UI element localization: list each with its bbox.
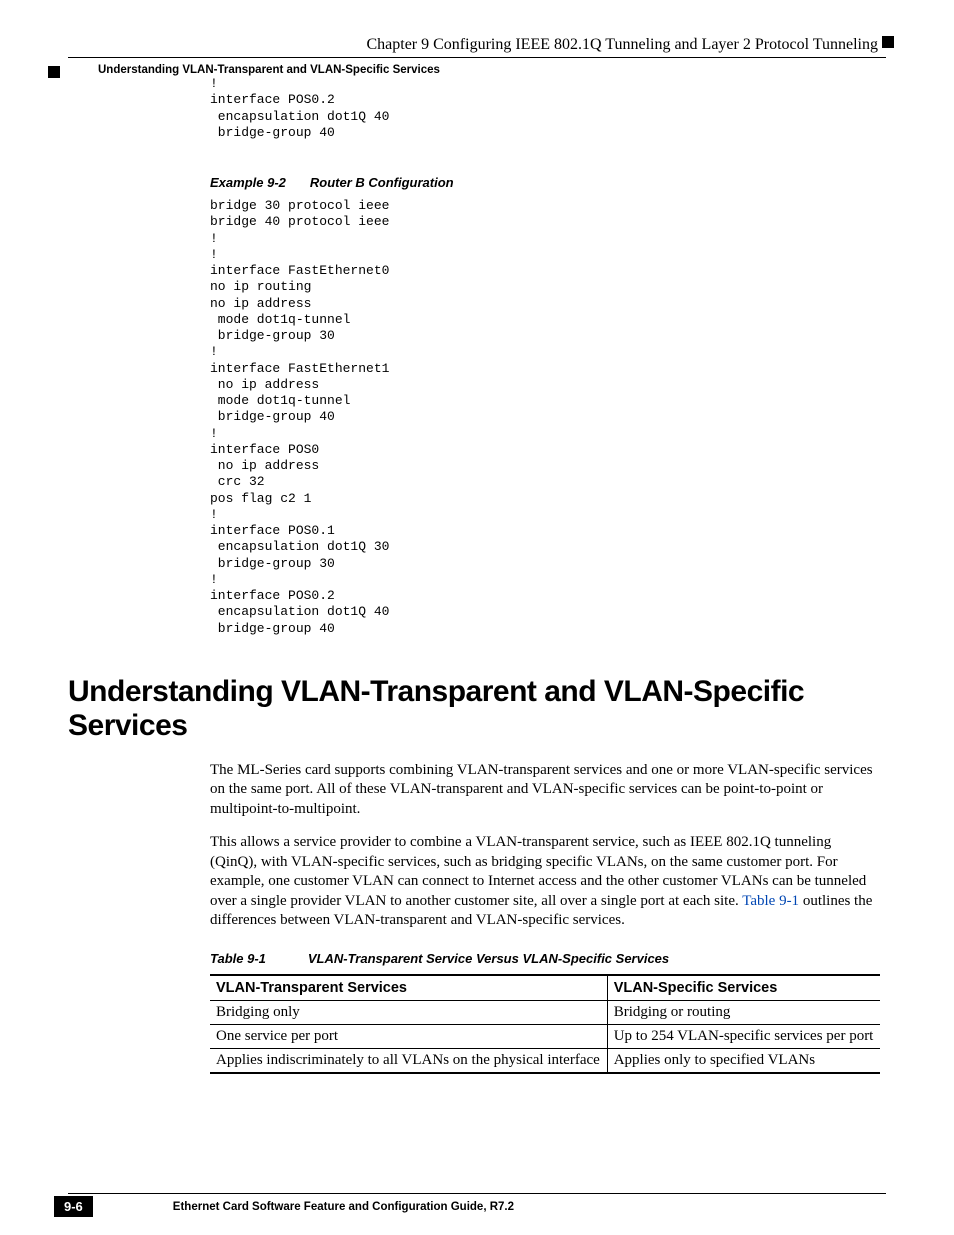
example-title-text: Router B Configuration	[310, 175, 454, 190]
table-cell: One service per port	[210, 1024, 607, 1048]
paragraph-1: The ML-Series card supports combining VL…	[210, 761, 876, 820]
table-header-row: VLAN-Transparent Services VLAN-Specific …	[210, 975, 880, 1001]
table-row: One service per port Up to 254 VLAN-spec…	[210, 1024, 880, 1048]
table-cell: Up to 254 VLAN-specific services per por…	[607, 1024, 880, 1048]
running-header-chapter: Chapter 9 Configuring IEEE 802.1Q Tunnel…	[68, 36, 886, 54]
table-header-cell: VLAN-Specific Services	[607, 975, 880, 1001]
running-header-section: Understanding VLAN-Transparent and VLAN-…	[68, 64, 886, 76]
code-block-intro: ! interface POS0.2 encapsulation dot1Q 4…	[210, 76, 876, 141]
table-row: Bridging only Bridging or routing	[210, 1000, 880, 1024]
example-caption: Example 9-2 Router B Configuration	[210, 175, 876, 190]
table-caption: Table 9-1 VLAN-Transparent Service Versus…	[210, 951, 876, 966]
table-title-text: VLAN-Transparent Service Versus VLAN-Spe…	[308, 951, 669, 966]
footer-doc-title: Ethernet Card Software Feature and Confi…	[173, 1201, 514, 1213]
cross-reference-link[interactable]: Table 9-1	[742, 893, 799, 909]
page-footer: 9-6 Ethernet Card Software Feature and C…	[68, 1193, 886, 1217]
comparison-table: VLAN-Transparent Services VLAN-Specific …	[210, 974, 880, 1074]
header-rule	[68, 57, 886, 58]
section-heading: Understanding VLAN-Transparent and VLAN-…	[68, 675, 886, 743]
paragraph-2: This allows a service provider to combin…	[210, 833, 876, 931]
table-cell: Bridging or routing	[607, 1000, 880, 1024]
page-number-badge: 9-6	[54, 1196, 93, 1217]
table-row: Applies indiscriminately to all VLANs on…	[210, 1048, 880, 1073]
code-block-example: bridge 30 protocol ieee bridge 40 protoc…	[210, 198, 876, 637]
table-cell: Applies indiscriminately to all VLANs on…	[210, 1048, 607, 1073]
table-cell: Bridging only	[210, 1000, 607, 1024]
table-cell: Applies only to specified VLANs	[607, 1048, 880, 1073]
example-label: Example 9-2	[210, 175, 286, 190]
table-label: Table 9-1	[210, 951, 266, 966]
table-header-cell: VLAN-Transparent Services	[210, 975, 607, 1001]
